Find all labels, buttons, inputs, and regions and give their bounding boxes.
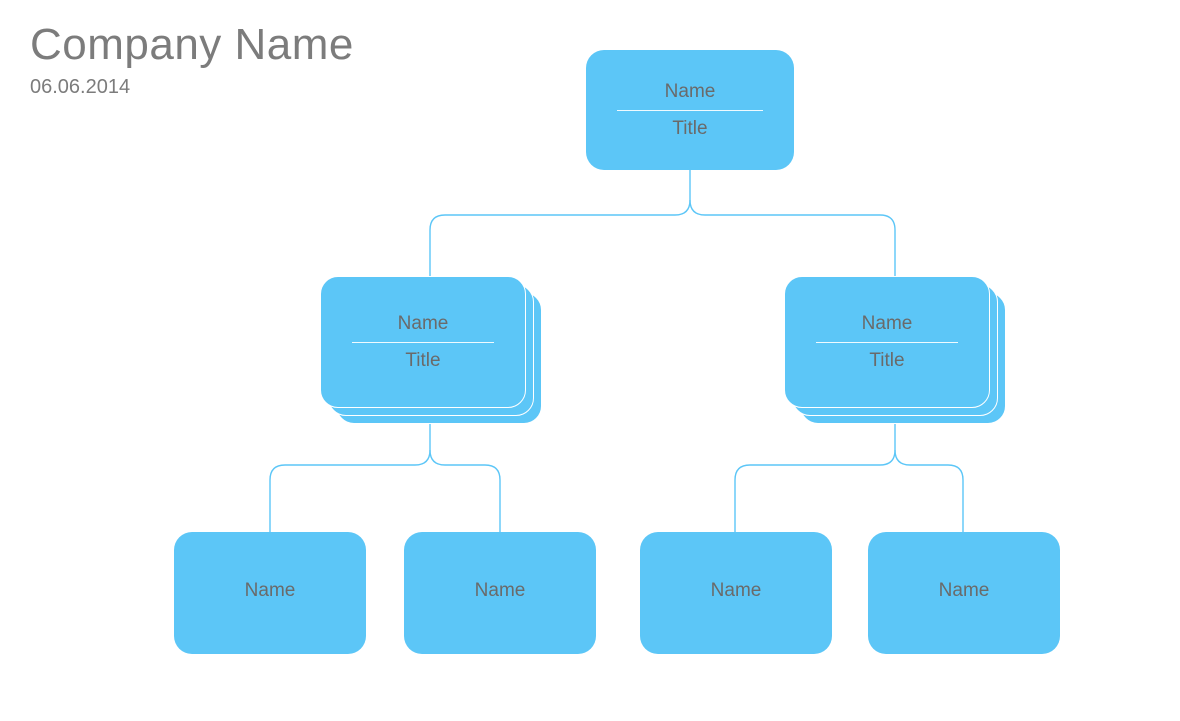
org-node-name: Name bbox=[862, 313, 913, 339]
org-root-name: Name bbox=[665, 81, 716, 107]
org-leaf-2: Name bbox=[404, 532, 596, 654]
org-node-name: Name bbox=[398, 313, 449, 339]
page-title: Company Name bbox=[30, 20, 354, 70]
org-leaf-name: Name bbox=[245, 580, 296, 606]
org-leaf-name: Name bbox=[939, 580, 990, 606]
org-leaf-3: Name bbox=[640, 532, 832, 654]
page-date: 06.06.2014 bbox=[30, 76, 354, 99]
org-leaf-name: Name bbox=[475, 580, 526, 606]
divider bbox=[352, 342, 495, 343]
org-node-level2-left: Name Title bbox=[320, 276, 526, 408]
divider bbox=[617, 110, 763, 111]
org-node-title: Title bbox=[869, 346, 904, 372]
org-node-title: Title bbox=[405, 346, 440, 372]
org-leaf-1: Name bbox=[174, 532, 366, 654]
org-leaf-4: Name bbox=[868, 532, 1060, 654]
org-root-node: Name Title bbox=[586, 50, 794, 170]
org-root-title: Title bbox=[672, 114, 707, 140]
org-leaf-name: Name bbox=[711, 580, 762, 606]
org-node-level2-right: Name Title bbox=[784, 276, 990, 408]
divider bbox=[816, 342, 959, 343]
